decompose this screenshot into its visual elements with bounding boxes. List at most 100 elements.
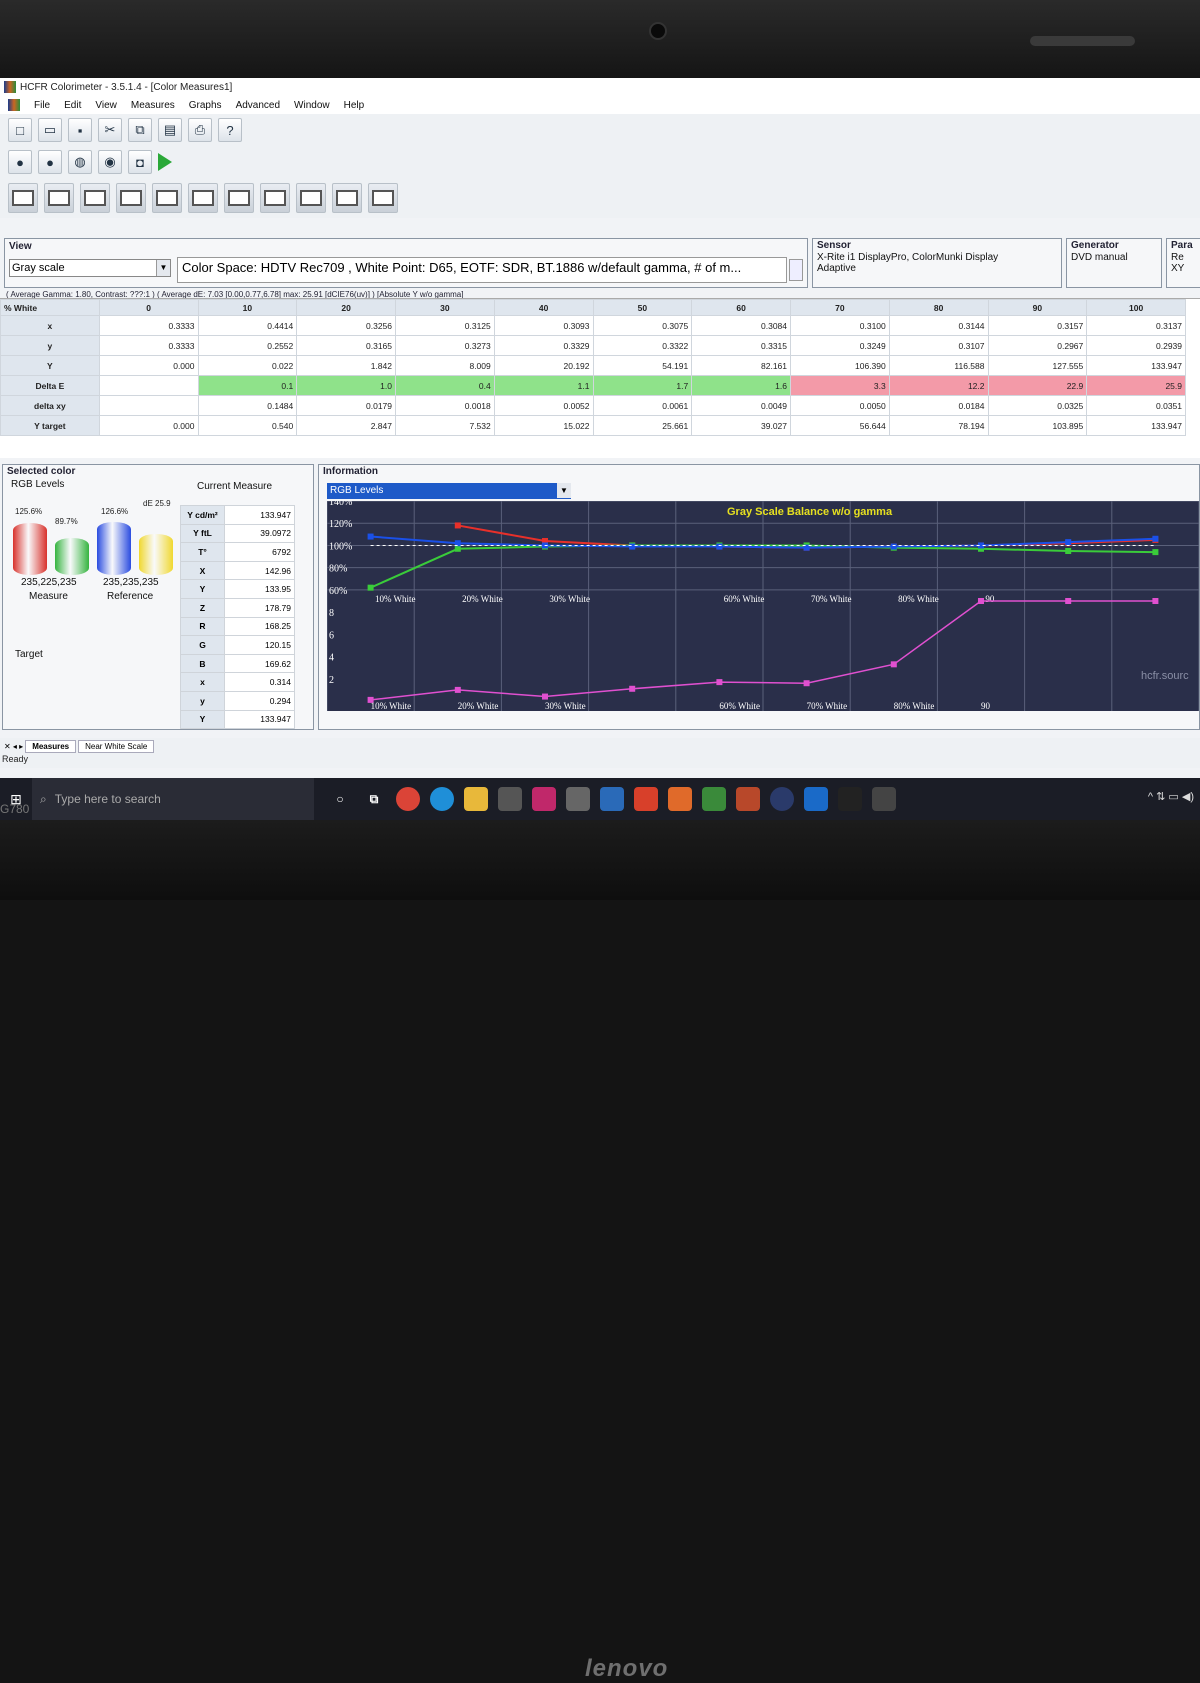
tools-icon[interactable] [498,787,522,811]
onenote-icon[interactable] [736,787,760,811]
grid-cell[interactable]: 1.842 [296,355,396,376]
task-view-icon[interactable]: ⧉ [362,787,386,811]
menu-file[interactable]: File [34,100,50,111]
grid-cell[interactable]: 0.3273 [395,335,495,356]
menu-graphs[interactable]: Graphs [189,100,222,111]
copy-icon[interactable]: ⧉ [128,118,152,142]
paste-icon[interactable]: ▤ [158,118,182,142]
params-item[interactable]: Re [1167,252,1200,263]
colorspace-spinner[interactable] [789,259,803,281]
grid-cell[interactable]: 0.0018 [395,395,495,416]
chrome-icon[interactable] [396,787,420,811]
grid-cell[interactable]: 0.0052 [493,395,594,416]
menu-measures[interactable]: Measures [131,100,175,111]
graph-view-icon[interactable] [224,183,254,213]
edge-icon[interactable] [430,787,454,811]
view-mode-select[interactable]: Gray scale ▼ [9,259,171,277]
cut-icon[interactable]: ✂ [98,118,122,142]
grid-cell[interactable]: 0.0049 [691,395,791,416]
grid-cell[interactable]: 0.2939 [1086,335,1186,356]
grid-cell[interactable]: 54.191 [592,355,693,376]
grid-cell[interactable]: 0.3144 [888,315,989,336]
grid-cell[interactable]: 133.947 [1086,355,1186,376]
grid-corner-header[interactable]: % White [0,299,100,316]
graph-view-icon[interactable] [152,183,182,213]
menu-window[interactable]: Window [294,100,330,111]
grid-cell[interactable]: 15.022 [493,415,594,436]
close-icon[interactable]: ✕ ◂ ▸ [4,742,23,751]
grid-cell[interactable]: 0.0061 [592,395,693,416]
file-explorer-icon[interactable] [464,787,488,811]
grid-cell[interactable]: 0.0179 [296,395,396,416]
grid-cell[interactable]: 0.0050 [790,395,890,416]
grid-cell[interactable]: 25.661 [592,415,693,436]
grid-cell[interactable] [98,375,199,396]
grid-cell[interactable]: 0.3249 [790,335,890,356]
grid-column-header[interactable]: 50 [592,299,693,316]
grid-cell[interactable]: 0.3329 [493,335,594,356]
sensor-icon[interactable]: ● [8,150,32,174]
grid-cell[interactable]: 0.3107 [888,335,989,356]
camera-icon[interactable]: ◘ [128,150,152,174]
grid-cell[interactable] [98,395,199,416]
grid-cell[interactable]: 0.3084 [691,315,791,336]
grid-cell[interactable]: 12.2 [888,375,989,396]
battery-icon[interactable]: ▭ [1168,791,1178,803]
grid-column-header[interactable]: 30 [395,299,495,316]
network-icon[interactable]: ⇅ [1156,791,1165,803]
grid-column-header[interactable]: 40 [493,299,594,316]
app-icon[interactable] [600,787,624,811]
app-icon[interactable] [532,787,556,811]
grid-cell[interactable]: 133.947 [1086,415,1186,436]
graph-view-icon[interactable] [260,183,290,213]
grid-cell[interactable]: 0.000 [98,415,199,436]
tab-near-white-scale[interactable]: Near White Scale [78,739,155,753]
new-file-icon[interactable]: □ [8,118,32,142]
grid-cell[interactable]: 0.022 [197,355,298,376]
grid-column-header[interactable]: 80 [888,299,989,316]
grid-cell[interactable]: 0.000 [98,355,199,376]
grid-cell[interactable]: 78.194 [888,415,989,436]
chevron-up-icon[interactable]: ^ [1148,791,1153,803]
grid-cell[interactable]: 0.3075 [592,315,693,336]
menu-advanced[interactable]: Advanced [236,100,280,111]
save-icon[interactable]: ▪ [68,118,92,142]
tab-measures[interactable]: Measures [25,739,77,753]
palette-icon[interactable]: ◉ [98,150,122,174]
grid-cell[interactable]: 0.3100 [790,315,890,336]
chevron-down-icon[interactable]: ▼ [557,483,571,498]
params-item[interactable]: XY [1167,263,1200,274]
cortana-icon[interactable]: ○ [328,787,352,811]
grid-cell[interactable]: 0.3165 [296,335,396,356]
menu-view[interactable]: View [95,100,117,111]
grid-cell[interactable]: 0.1484 [197,395,298,416]
app-icon[interactable] [838,787,862,811]
graph-view-icon[interactable] [80,183,110,213]
grid-cell[interactable]: 116.588 [888,355,989,376]
grid-cell[interactable]: 0.3256 [296,315,396,336]
app-icon[interactable] [668,787,692,811]
grid-cell[interactable]: 0.3093 [493,315,594,336]
grid-cell[interactable]: 39.027 [691,415,791,436]
grid-column-header[interactable]: 20 [296,299,396,316]
grid-cell[interactable]: 20.192 [493,355,594,376]
open-folder-icon[interactable]: ▭ [38,118,62,142]
grid-cell[interactable]: 3.3 [790,375,890,396]
graph-view-icon[interactable] [368,183,398,213]
grid-column-header[interactable]: 90 [987,299,1088,316]
grid-cell[interactable]: 0.3322 [592,335,693,356]
primaries-icon[interactable]: ◍ [68,150,92,174]
grid-cell[interactable]: 1.6 [691,375,791,396]
menu-edit[interactable]: Edit [64,100,81,111]
graph-view-icon[interactable] [44,183,74,213]
grid-cell[interactable]: 0.1 [197,375,298,396]
grid-cell[interactable]: 82.161 [691,355,791,376]
grid-column-header[interactable]: 70 [790,299,890,316]
grid-cell[interactable]: 0.0325 [987,395,1088,416]
graph-view-icon[interactable] [116,183,146,213]
color-balls-icon[interactable]: ● [38,150,62,174]
app-icon[interactable] [566,787,590,811]
grid-cell[interactable]: 0.2967 [987,335,1088,356]
print-icon[interactable]: ⎙ [188,118,212,142]
grid-cell[interactable]: 127.555 [987,355,1088,376]
